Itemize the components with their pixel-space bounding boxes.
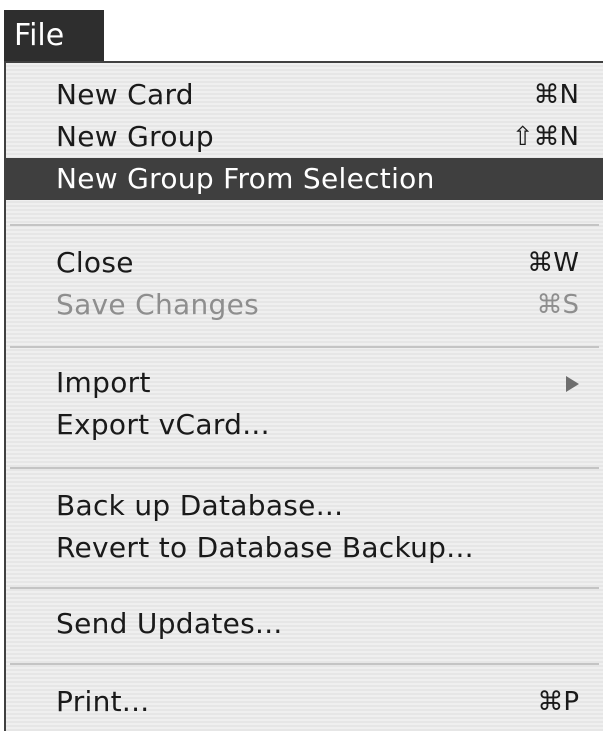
menu-item-shortcut: ⌘P	[537, 687, 579, 717]
menu-separator	[10, 224, 599, 226]
menu-item-import[interactable]: Import	[6, 362, 603, 404]
menu-item-print[interactable]: Print... ⌘P	[6, 681, 603, 723]
submenu-arrow-icon	[566, 376, 579, 392]
menu-item-label: Back up Database...	[56, 489, 344, 522]
menu-item-new-group-from-selection[interactable]: New Group From Selection	[6, 158, 603, 200]
file-menu-dropdown: New Card ⌘N New Group ⇧⌘N New Group From…	[4, 61, 603, 731]
menu-item-label: Send Updates...	[56, 607, 283, 640]
menu-item-label: New Card	[56, 78, 194, 111]
menu-item-revert-to-database-backup[interactable]: Revert to Database Backup...	[6, 527, 603, 569]
menu-item-label: New Group	[56, 120, 214, 153]
menu-item-label: Import	[56, 366, 151, 399]
menu-item-shortcut: ⌘W	[527, 248, 579, 278]
menu-separator	[10, 467, 599, 469]
menu-item-shortcut: ⇧⌘N	[511, 122, 579, 152]
menu-item-close[interactable]: Close ⌘W	[6, 242, 603, 284]
menu-bar: File	[0, 0, 605, 61]
menu-separator	[10, 663, 599, 665]
menu-item-label: New Group From Selection	[56, 162, 435, 195]
menu-item-label: Print...	[56, 685, 150, 718]
menu-separator	[10, 346, 599, 348]
menu-item-shortcut: ⌘S	[536, 290, 579, 320]
menu-item-label: Revert to Database Backup...	[56, 531, 474, 564]
menu-item-send-updates[interactable]: Send Updates...	[6, 603, 603, 645]
menu-item-label: Close	[56, 246, 134, 279]
menu-item-label: Export vCard...	[56, 408, 270, 441]
menu-separator	[10, 587, 599, 589]
menu-item-new-group[interactable]: New Group ⇧⌘N	[6, 116, 603, 158]
menu-item-new-card[interactable]: New Card ⌘N	[6, 74, 603, 116]
menu-item-export-vcard[interactable]: Export vCard...	[6, 404, 603, 446]
menu-item-label: Save Changes	[56, 288, 260, 321]
menu-item-shortcut: ⌘N	[533, 80, 579, 110]
menu-item-back-up-database[interactable]: Back up Database...	[6, 485, 603, 527]
file-menu-title[interactable]: File	[4, 10, 104, 61]
menu-item-save-changes: Save Changes ⌘S	[6, 284, 603, 326]
